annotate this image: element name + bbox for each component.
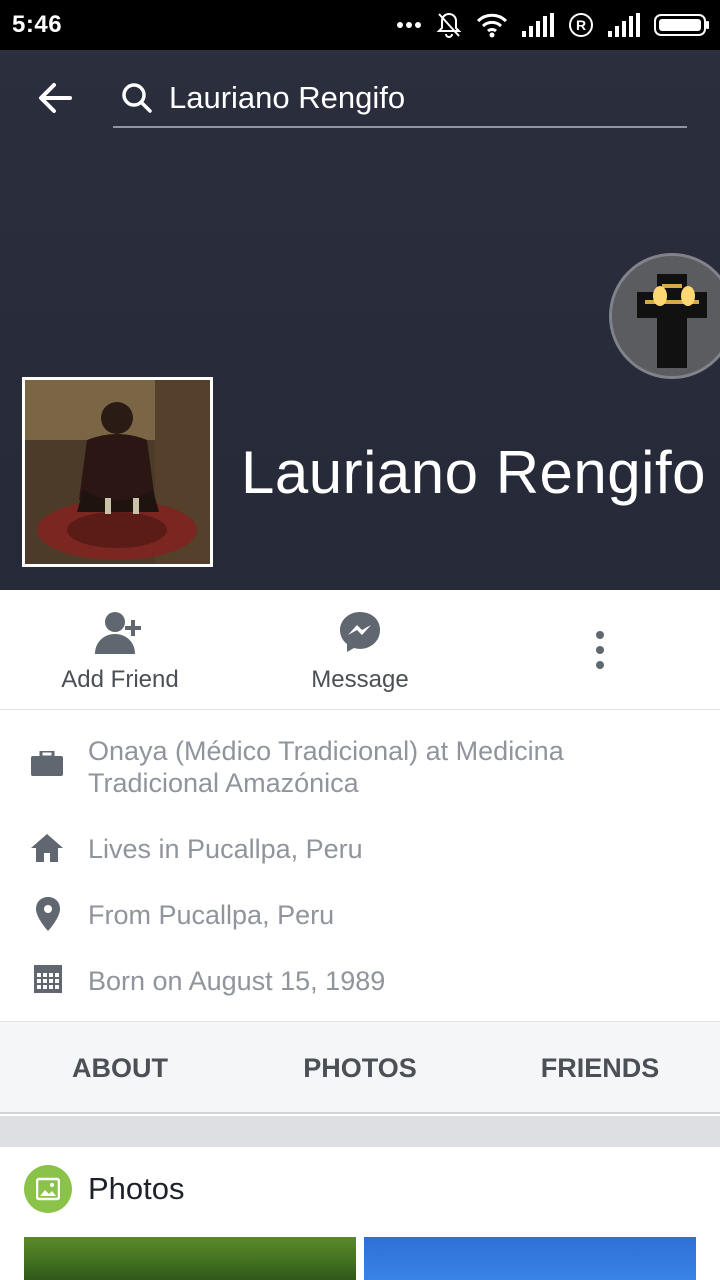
intro-work-text: Onaya (Médico Tradicional) at Medicina T… xyxy=(88,736,564,798)
tab-about[interactable]: ABOUT xyxy=(0,1022,240,1114)
search-input-text: Lauriano Rengifo xyxy=(169,80,406,115)
photo-icon xyxy=(36,1177,60,1201)
profile-name: Lauriano Rengifo xyxy=(241,439,707,506)
briefcase-icon xyxy=(31,751,63,776)
roaming-icon: R xyxy=(569,13,593,37)
cross-image xyxy=(612,256,720,376)
signal-icon xyxy=(522,13,554,37)
profile-picture[interactable] xyxy=(22,377,213,567)
search-field[interactable]: Lauriano Rengifo xyxy=(113,68,687,128)
intro-list: Onaya (Médico Tradicional) at Medicina T… xyxy=(0,710,720,1022)
tab-friends[interactable]: FRIENDS xyxy=(480,1022,720,1114)
more-dots-icon xyxy=(397,22,421,28)
cover-header: Lauriano Rengifo Lauriano Rengifo xyxy=(0,50,720,590)
status-icons: R xyxy=(396,8,710,42)
photos-section: Photos xyxy=(0,1147,720,1280)
search-icon xyxy=(122,83,152,113)
section-divider xyxy=(0,1116,720,1147)
more-options-button[interactable] xyxy=(480,590,720,710)
intro-from-text: From Pucallpa, Peru xyxy=(88,900,335,930)
location-pin-icon xyxy=(36,897,60,931)
status-bar: 5:46 R xyxy=(0,0,720,50)
intro-lives-text: Lives in Pucallpa, Peru xyxy=(88,834,363,864)
back-button[interactable] xyxy=(34,76,78,120)
add-friend-button[interactable]: Add Friend xyxy=(0,590,240,710)
bell-off-icon xyxy=(436,12,462,38)
photos-title: Photos xyxy=(88,1171,185,1206)
svg-text:R: R xyxy=(576,17,586,33)
tab-photos[interactable]: PHOTOS xyxy=(240,1022,480,1114)
message-button[interactable]: Message xyxy=(240,590,480,710)
add-friend-icon xyxy=(95,612,141,654)
intro-born-text: Born on August 15, 1989 xyxy=(88,966,386,996)
photos-badge xyxy=(24,1165,72,1213)
profile-photo-image xyxy=(25,380,210,564)
messenger-icon xyxy=(340,612,380,652)
photo-thumbnail[interactable] xyxy=(24,1237,356,1280)
add-friend-label: Add Friend xyxy=(61,666,179,693)
battery-icon xyxy=(654,14,709,36)
home-icon xyxy=(31,834,63,862)
signal-icon xyxy=(608,13,640,37)
photo-thumbnail[interactable] xyxy=(364,1237,696,1280)
message-label: Message xyxy=(311,666,409,693)
wifi-icon xyxy=(476,13,508,38)
profile-tabs: ABOUT PHOTOS FRIENDS xyxy=(0,1022,720,1114)
status-time: 5:46 xyxy=(12,11,63,38)
calendar-icon xyxy=(34,965,62,993)
profile-actions: Add Friend Message xyxy=(0,590,720,710)
back-arrow-icon xyxy=(39,83,72,113)
chat-head-avatar[interactable] xyxy=(609,253,720,379)
more-vertical-icon xyxy=(596,631,604,669)
